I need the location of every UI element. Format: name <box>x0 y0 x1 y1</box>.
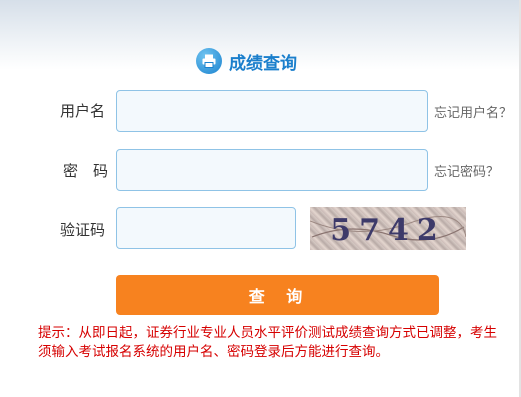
username-input[interactable] <box>116 90 428 132</box>
query-button[interactable]: 查 询 <box>116 275 439 315</box>
forgot-password-link[interactable]: 忘记密码？ <box>434 161 499 180</box>
notice-text: 提示：从即日起，证券行业专业人员水平评价测试成绩查询方式已调整，考生须输入考试报… <box>38 325 497 360</box>
captcha-image[interactable]: 5742 <box>310 207 466 250</box>
page-title: 成绩查询 <box>229 53 297 74</box>
form-header: 成绩查询 <box>196 47 297 75</box>
password-input[interactable] <box>116 149 428 191</box>
captcha-text: 5742 <box>330 213 446 248</box>
forgot-username-link[interactable]: 忘记用户名？ <box>434 102 512 121</box>
captcha-input[interactable] <box>116 207 296 249</box>
username-label: 用户名 <box>60 102 106 120</box>
printer-icon <box>196 48 222 74</box>
captcha-label: 验证码 <box>60 221 106 239</box>
password-label: 密 码 <box>63 162 109 180</box>
